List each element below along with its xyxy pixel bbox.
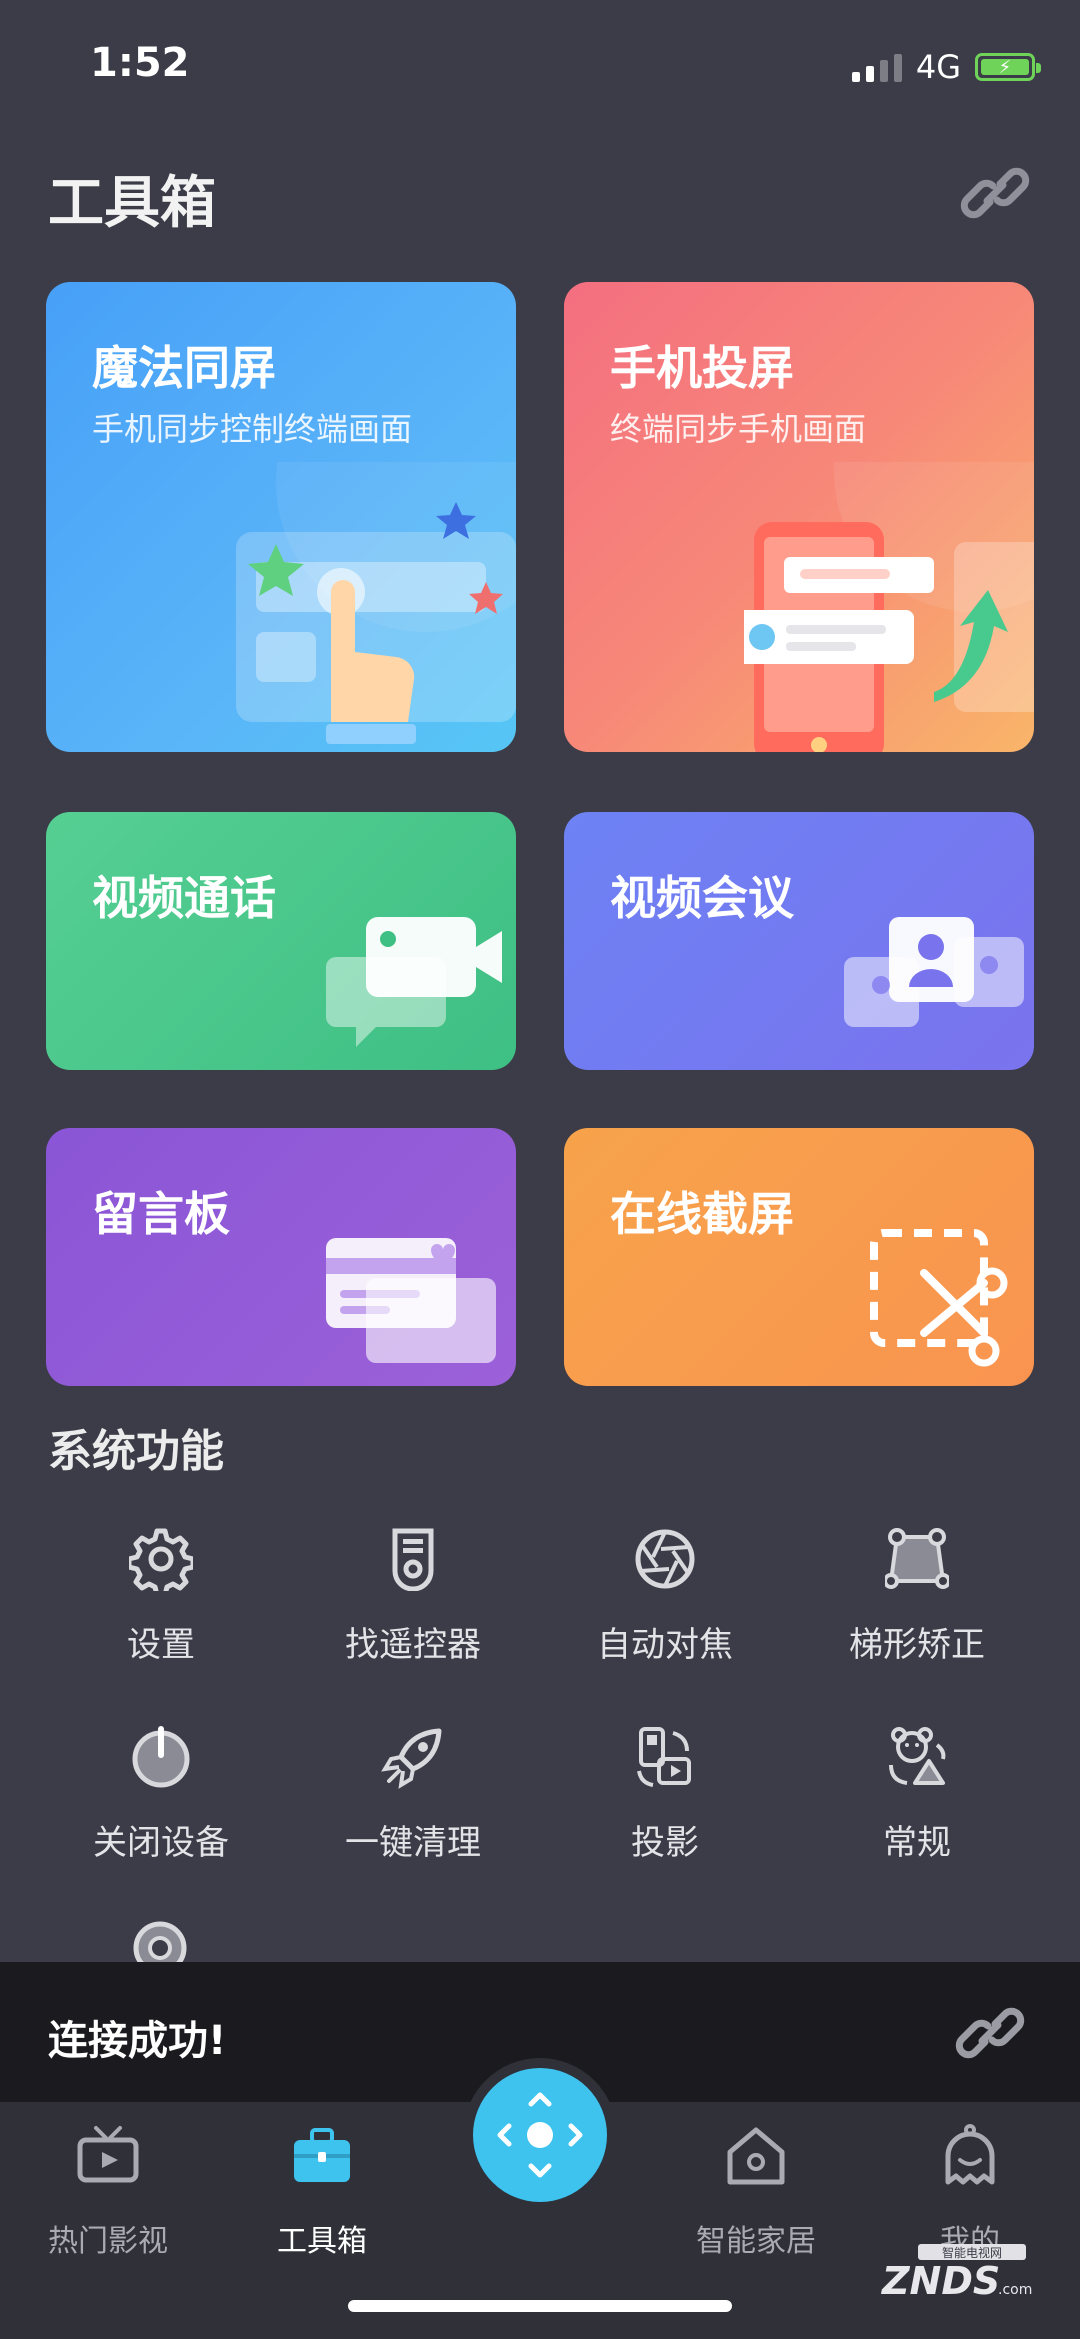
status-time: 1:52 [90,40,190,86]
svg-text:ZNDS: ZNDS [881,2259,1000,2303]
tv-icon [77,2126,139,2183]
nav-label: 工具箱 [277,2224,367,2259]
meeting-illustration [844,917,1024,1027]
card-subtitle: 终端同步手机画面 [610,410,867,448]
card-online-screenshot[interactable]: 在线截屏 [564,1128,1034,1386]
card-title: 手机投屏 [610,341,794,395]
nav-label: 热门影视 [48,2224,168,2259]
card-video-call[interactable]: 视频通话 [46,812,516,1070]
gear-icon [129,1528,193,1591]
home-indicator [348,2300,732,2312]
tool-label: 常规 [883,1823,951,1863]
projection-icon [637,1727,691,1787]
video-camera-illustration [326,917,502,1047]
power-icon [132,1726,190,1788]
bear-icon [889,1727,946,1785]
page-title: 工具箱 [48,171,216,236]
card-title: 视频通话 [92,871,276,925]
tool-label: 自动对焦 [597,1625,733,1665]
nav-toolbox[interactable]: 工具箱 [232,2124,412,2264]
svg-text:.com: .com [998,2282,1032,2298]
tool-keystone[interactable]: 梯形矫正 [792,1527,1042,1677]
smart-home-icon [727,2127,785,2185]
link-icon[interactable] [955,1998,1025,2068]
tool-label: 投影 [631,1823,699,1863]
card-magic-screen[interactable]: 魔法同屏 手机同步控制终端画面 [46,282,516,752]
tool-power-off[interactable]: 关闭设备 [36,1725,286,1875]
rocket-icon [381,1728,442,1789]
aperture-icon [635,1529,695,1589]
link-icon[interactable] [960,158,1030,228]
card-title: 魔法同屏 [92,341,276,395]
tool-label: 设置 [127,1625,195,1665]
card-subtitle: 手机同步控制终端画面 [92,410,413,448]
card-title: 留言板 [92,1187,230,1241]
battery-icon: ⚡ [975,53,1041,81]
remote-control-button[interactable] [473,2068,607,2202]
tool-label: 梯形矫正 [849,1625,985,1665]
tool-one-key-clean[interactable]: 一键清理 [288,1725,538,1875]
tool-settings[interactable]: 设置 [36,1527,286,1677]
card-video-meeting[interactable]: 视频会议 [564,812,1034,1070]
remote-icon [392,1528,434,1591]
status-indicators: 4G ⚡ [851,48,1041,86]
dpad-icon [497,2092,583,2178]
nav-smart-home[interactable]: 智能家居 [666,2124,846,2264]
section-title-system: 系统功能 [48,1426,224,1477]
signal-icon [851,52,902,82]
tool-label: 一键清理 [345,1823,481,1863]
card-message-board[interactable]: 留言板 [46,1128,516,1386]
tool-general[interactable]: 常规 [792,1725,1042,1875]
tool-auto-focus[interactable]: 自动对焦 [540,1527,790,1677]
phone-cast-illustration [744,462,1034,752]
nav-label: 智能家居 [696,2224,816,2259]
card-phone-cast[interactable]: 手机投屏 终端同步手机画面 [564,282,1034,752]
keystone-icon [885,1528,949,1589]
message-board-illustration [326,1238,496,1363]
tool-label: 找遥控器 [345,1625,481,1665]
card-title: 视频会议 [610,871,794,925]
znds-watermark-logo: 智能电视网 ZNDS .com [881,2244,1032,2303]
nav-hot-videos[interactable]: 热门影视 [18,2124,198,2264]
tool-label: 关闭设备 [93,1823,229,1863]
tool-find-remote[interactable]: 找遥控器 [288,1527,538,1677]
scissors-screenshot-illustration [870,1229,1008,1367]
toolbox-icon [294,2128,350,2182]
toast-text: 连接成功! [48,2018,227,2064]
status-bar: 1:52 4G ⚡ [0,0,1080,130]
card-title: 在线截屏 [610,1187,794,1241]
svg-text:智能电视网: 智能电视网 [942,2245,1002,2260]
network-type: 4G [915,48,961,86]
tool-projection[interactable]: 投影 [540,1725,790,1875]
touch-screen-illustration [236,462,516,744]
ghost-icon [945,2124,995,2185]
